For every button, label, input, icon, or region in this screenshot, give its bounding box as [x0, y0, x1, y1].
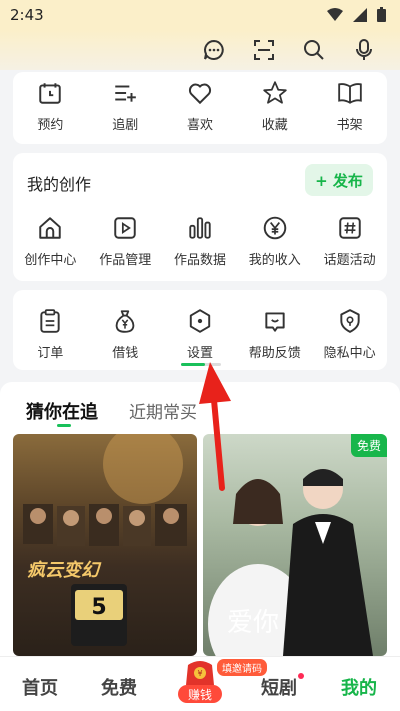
- scroll-indicator: [181, 363, 221, 366]
- tab-recent[interactable]: 近期常买: [129, 398, 197, 423]
- privacy-shield-icon: [339, 309, 360, 333]
- service-item-feedback[interactable]: 帮助反馈: [237, 308, 312, 361]
- service-item-label: 借钱: [112, 346, 139, 361]
- earn-label: 赚钱: [178, 685, 222, 703]
- free-badge: 免费: [350, 434, 387, 457]
- signal-icon: [353, 7, 367, 22]
- quick-item-label: 预约: [37, 118, 64, 133]
- creation-title: 我的创作: [27, 175, 92, 194]
- quick-item-label: 书架: [336, 118, 363, 133]
- chat-icon[interactable]: [200, 36, 228, 64]
- quick-item-like[interactable]: 喜欢: [163, 80, 238, 133]
- follow-list-icon: [115, 85, 137, 102]
- search-icon[interactable]: [300, 36, 328, 64]
- service-item-loan[interactable]: 借钱: [88, 308, 163, 361]
- service-item-label: 帮助反馈: [248, 346, 301, 361]
- svg-text:5: 5: [91, 595, 106, 620]
- home-icon: [39, 217, 62, 239]
- creation-item-label: 作品数据: [173, 253, 226, 268]
- quick-item-reserve[interactable]: 预约: [13, 80, 88, 133]
- unread-dot: [298, 673, 304, 679]
- quick-item-label: 收藏: [261, 118, 288, 133]
- service-item-label: 隐私中心: [323, 346, 376, 361]
- poster-title: 疯云变幻: [27, 560, 99, 581]
- battery-icon: [377, 7, 386, 22]
- status-icons: [327, 7, 386, 22]
- calendar-icon: [39, 83, 62, 104]
- service-item-settings[interactable]: 设置: [163, 308, 238, 361]
- clipboard-icon: [40, 309, 61, 333]
- feed-grid: 5 疯云变幻 免费 爱你: [0, 428, 400, 658]
- scan-icon[interactable]: [250, 36, 278, 64]
- service-card: 订单 借钱 设置 帮助反馈 隐私中心: [13, 290, 387, 370]
- mic-icon[interactable]: [350, 36, 378, 64]
- yen-icon: [263, 216, 287, 240]
- creation-item-topic[interactable]: 话题活动: [312, 215, 387, 268]
- creation-item-data[interactable]: 作品数据: [163, 215, 238, 268]
- quick-item-favorite[interactable]: 收藏: [237, 80, 312, 133]
- video-manage-icon: [114, 217, 136, 239]
- creation-item-manage[interactable]: 作品管理: [88, 215, 163, 268]
- nav-short-drama[interactable]: 短剧: [261, 674, 297, 700]
- service-item-privacy[interactable]: 隐私中心: [312, 308, 387, 361]
- poster-card[interactable]: 5 疯云变幻: [13, 434, 197, 656]
- hashtag-icon: [338, 217, 361, 239]
- quick-row-card: 预约 追剧 喜欢 收藏 书架: [13, 72, 387, 144]
- poster-art: 5: [23, 434, 187, 646]
- top-header: [0, 30, 400, 70]
- service-item-label: 设置: [186, 346, 213, 361]
- heart-icon: [188, 83, 212, 105]
- tab-following[interactable]: 猜你在追: [26, 398, 98, 424]
- creation-item-label: 我的收入: [248, 253, 301, 268]
- quick-item-label: 追剧: [112, 118, 139, 133]
- service-item-orders[interactable]: 订单: [13, 308, 88, 361]
- feedback-icon: [265, 312, 285, 332]
- status-time: 2:43: [10, 6, 44, 24]
- nav-home[interactable]: 首页: [22, 674, 58, 700]
- service-item-label: 订单: [37, 346, 64, 361]
- creation-item-label: 话题活动: [323, 253, 376, 268]
- star-icon: [263, 81, 287, 104]
- creation-item-label: 作品管理: [99, 253, 152, 268]
- feed-tab-bar: 猜你在追 近期常买: [0, 382, 400, 432]
- nav-free[interactable]: 免费: [101, 674, 137, 700]
- status-bar: 2:43: [0, 0, 400, 30]
- poster-title: 爱你: [227, 608, 280, 638]
- bar-data-icon: [189, 217, 211, 239]
- settings-hexagon-icon: [189, 309, 211, 333]
- creation-card: 我的创作 + 发布 创作中心 作品管理 作品数据 我的收入 话题活动: [13, 153, 387, 281]
- nav-mine[interactable]: 我的: [341, 674, 377, 700]
- quick-item-follow[interactable]: 追剧: [88, 80, 163, 133]
- wifi-icon: [327, 7, 343, 21]
- quick-item-bookshelf[interactable]: 书架: [312, 80, 387, 133]
- creation-item-label: 创作中心: [24, 253, 77, 268]
- svg-text:¥: ¥: [197, 669, 202, 678]
- tab-indicator: [57, 424, 71, 427]
- poster-card[interactable]: 免费 爱你: [203, 434, 387, 656]
- publish-button[interactable]: + 发布: [305, 164, 373, 196]
- invite-code-tag[interactable]: 填邀请码: [217, 659, 267, 676]
- bottom-nav: 首页 免费 ¥ 赚钱 填邀请码 短剧 我的: [0, 656, 400, 711]
- money-bag-icon: [115, 310, 135, 333]
- quick-item-label: 喜欢: [186, 118, 213, 133]
- book-icon: [337, 83, 362, 104]
- creation-item-income[interactable]: 我的收入: [237, 215, 312, 268]
- creation-item-center[interactable]: 创作中心: [13, 215, 88, 268]
